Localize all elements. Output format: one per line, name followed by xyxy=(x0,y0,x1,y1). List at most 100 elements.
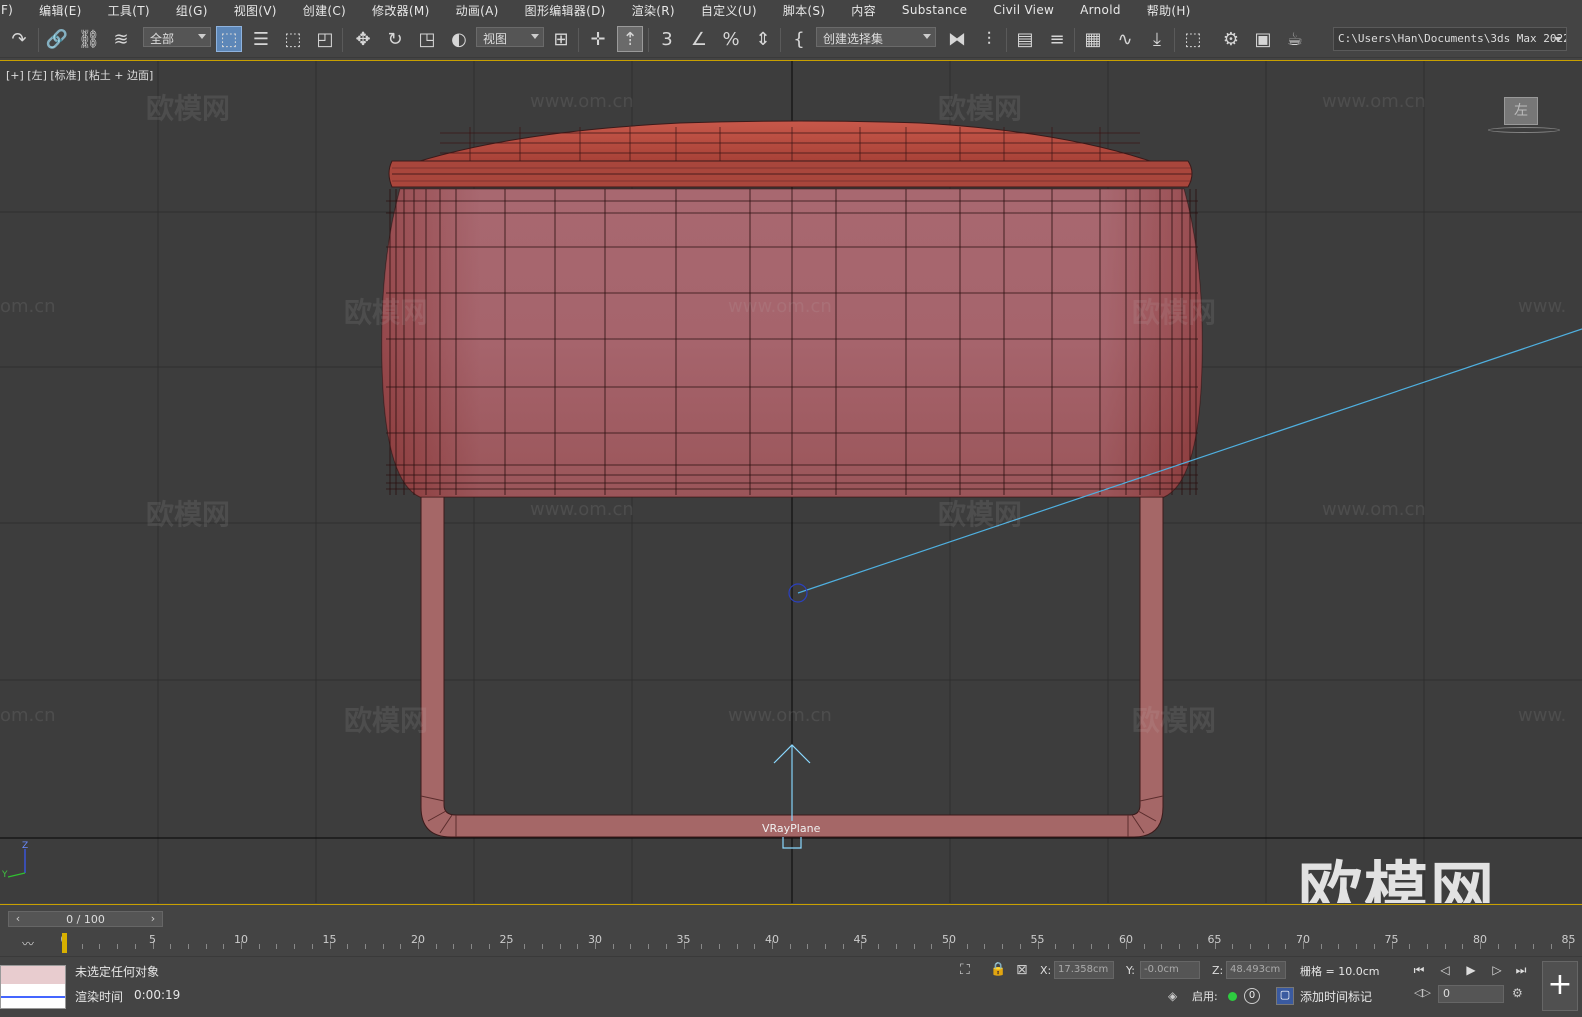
watermark: www. xyxy=(1518,296,1567,317)
unlink-icon[interactable]: ⛓ xyxy=(76,26,102,52)
z-coordinate-field[interactable]: 48.493cm xyxy=(1226,961,1286,979)
next-frame-icon[interactable]: › xyxy=(146,912,160,926)
snaps-toggle-icon[interactable]: 3 xyxy=(654,26,680,52)
link-icon[interactable]: 🔗 xyxy=(44,26,70,52)
rotate-icon[interactable]: ↻ xyxy=(382,26,408,52)
render-setup-icon[interactable]: ⚙ xyxy=(1218,26,1244,52)
redo-icon[interactable]: ↷ xyxy=(6,26,32,52)
timeline-tick xyxy=(311,944,313,949)
material-editor-icon[interactable]: ⬚ xyxy=(1180,26,1206,52)
mirror-icon[interactable]: ⧓ xyxy=(944,26,970,52)
isolate-selection-icon[interactable]: ⛶ xyxy=(960,962,970,978)
menu-content[interactable]: 内容 xyxy=(851,2,876,19)
absolute-mode-icon[interactable]: ⊠ xyxy=(1016,962,1028,978)
timeline-tick xyxy=(984,944,986,949)
previous-key-icon[interactable]: ◁ xyxy=(1436,963,1454,981)
viewport-label[interactable]: [+] [左] [标准] [粘土 + 边面] xyxy=(6,67,153,83)
timeline-tick-label: 35 xyxy=(676,933,691,946)
current-frame-field[interactable]: 0 xyxy=(1438,985,1504,1003)
window-crossing-icon[interactable]: ◰ xyxy=(312,26,338,52)
timeline-tick xyxy=(1426,944,1428,949)
keyboard-shortcut-override-icon[interactable]: ⇡ xyxy=(617,26,643,52)
menu-help[interactable]: 帮助(H) xyxy=(1147,2,1191,19)
place-icon[interactable]: ◐ xyxy=(446,26,472,52)
menu-customize[interactable]: 自定义(U) xyxy=(701,2,757,19)
viewcube-ring[interactable] xyxy=(1488,127,1560,133)
ribbon-toggle-icon[interactable]: ▦ xyxy=(1080,26,1106,52)
render-production-icon[interactable]: ☕ xyxy=(1282,26,1308,52)
bind-space-warp-icon[interactable]: ≋ xyxy=(108,26,134,52)
pivot-center-icon[interactable]: ⊞ xyxy=(548,26,574,52)
scale-icon[interactable]: ◳ xyxy=(414,26,440,52)
lock-icon[interactable]: 🔒 xyxy=(990,962,1006,977)
toolbar-divider xyxy=(1174,28,1175,52)
scene-explorer-icon[interactable]: ▤ xyxy=(1012,26,1038,52)
menu-file[interactable]: (F) xyxy=(0,3,13,17)
menu-modifiers[interactable]: 修改器(M) xyxy=(372,2,430,19)
menu-edit[interactable]: 编辑(E) xyxy=(39,2,81,19)
select-by-name-icon[interactable]: ☰ xyxy=(248,26,274,52)
menu-views[interactable]: 视图(V) xyxy=(234,2,277,19)
timeline-tick xyxy=(1249,944,1251,949)
time-cursor[interactable] xyxy=(62,933,67,953)
edit-named-selection-icon[interactable]: { xyxy=(786,26,812,52)
curve-editor-icon[interactable]: ∿ xyxy=(1112,26,1138,52)
timeline-tick xyxy=(294,944,296,949)
x-coordinate-field[interactable]: 17.358cm xyxy=(1054,961,1114,979)
mini-curve-editor-icon[interactable]: 〰 xyxy=(22,935,34,952)
toolbar-divider xyxy=(578,28,579,52)
menu-tools[interactable]: 工具(T) xyxy=(108,2,150,19)
reference-coordinate-dropdown[interactable]: 视图 xyxy=(476,27,544,47)
left-viewport[interactable]: [+] [左] [标准] [粘土 + 边面] 欧模网 www.om.cn 欧模网 ww… xyxy=(0,60,1582,903)
selection-filter-dropdown[interactable]: 全部 xyxy=(143,27,211,47)
named-selection-dropdown[interactable]: 创建选择集 xyxy=(816,27,936,47)
enable-count-badge[interactable]: 0 xyxy=(1244,988,1260,1004)
viewcube[interactable]: 左 xyxy=(1488,97,1560,137)
menu-scripting[interactable]: 脚本(S) xyxy=(783,2,825,19)
layer-explorer-icon[interactable]: ≡ xyxy=(1044,26,1070,52)
angle-snap-icon[interactable]: ∠ xyxy=(686,26,712,52)
key-mode-icon[interactable]: ◁▷ xyxy=(1414,986,1431,999)
time-slider[interactable]: ‹ 0 / 100 › xyxy=(8,911,163,927)
menu-graph-editors[interactable]: 图形编辑器(D) xyxy=(525,2,606,19)
menu-arnold[interactable]: Arnold xyxy=(1080,3,1121,17)
rectangular-selection-icon[interactable]: ⬚ xyxy=(280,26,306,52)
timeline-tick-label: 5 xyxy=(149,933,156,946)
maxscript-listener-thumb[interactable] xyxy=(0,965,66,1009)
percent-snap-icon[interactable]: % xyxy=(718,26,744,52)
timeline-tick xyxy=(170,944,172,949)
render-frame-window-icon[interactable]: ▣ xyxy=(1250,26,1276,52)
next-key-icon[interactable]: ▷ xyxy=(1488,963,1506,981)
viewcube-face[interactable]: 左 xyxy=(1504,97,1538,125)
brand-watermark: 欧模网 xyxy=(1298,856,1496,903)
watermark: 欧模网 xyxy=(938,92,1023,125)
menu-rendering[interactable]: 渲染(R) xyxy=(632,2,675,19)
time-tag-icon[interactable]: ▢ xyxy=(1276,987,1294,1005)
timeline-tick xyxy=(1090,944,1092,949)
align-icon[interactable]: ⫶ xyxy=(976,26,1002,52)
adaptive-degradation-icon[interactable]: ◈ xyxy=(1168,989,1177,1003)
menu-substance[interactable]: Substance xyxy=(902,3,967,17)
menu-create[interactable]: 创建(C) xyxy=(303,2,346,19)
spinner-snap-icon[interactable]: ⇕ xyxy=(750,26,776,52)
track-bar[interactable]: 0510152025303540455055606570758085 xyxy=(58,933,1578,957)
select-object-icon[interactable]: ⬚ xyxy=(216,26,242,52)
schematic-view-icon[interactable]: ⤓ xyxy=(1144,26,1170,52)
add-time-tag[interactable]: 添加时间标记 xyxy=(1300,988,1372,1005)
move-icon[interactable]: ✥ xyxy=(350,26,376,52)
time-config-icon[interactable]: ⚙ xyxy=(1512,986,1523,1000)
go-to-start-icon[interactable]: ⏮ xyxy=(1410,963,1428,981)
select-manipulate-icon[interactable]: ✛ xyxy=(585,26,611,52)
timeline-tick xyxy=(895,944,897,949)
watermark: 欧模网 xyxy=(344,296,429,329)
project-path-field[interactable]: C:\Users\Han\Documents\3ds Max 2022 xyxy=(1333,27,1567,51)
go-to-end-icon[interactable]: ⏭ xyxy=(1512,963,1530,981)
y-coordinate-field[interactable]: -0.0cm xyxy=(1140,961,1200,979)
menu-animation[interactable]: 动画(A) xyxy=(456,2,499,19)
timeline-tick-label: 40 xyxy=(765,933,779,946)
menu-group[interactable]: 组(G) xyxy=(176,2,208,19)
grid-size: 栅格 = 10.0cm xyxy=(1300,965,1380,978)
play-icon[interactable]: ▶ xyxy=(1462,963,1480,981)
menu-civil-view[interactable]: Civil View xyxy=(993,3,1054,17)
set-key-button[interactable]: + xyxy=(1542,961,1578,1011)
